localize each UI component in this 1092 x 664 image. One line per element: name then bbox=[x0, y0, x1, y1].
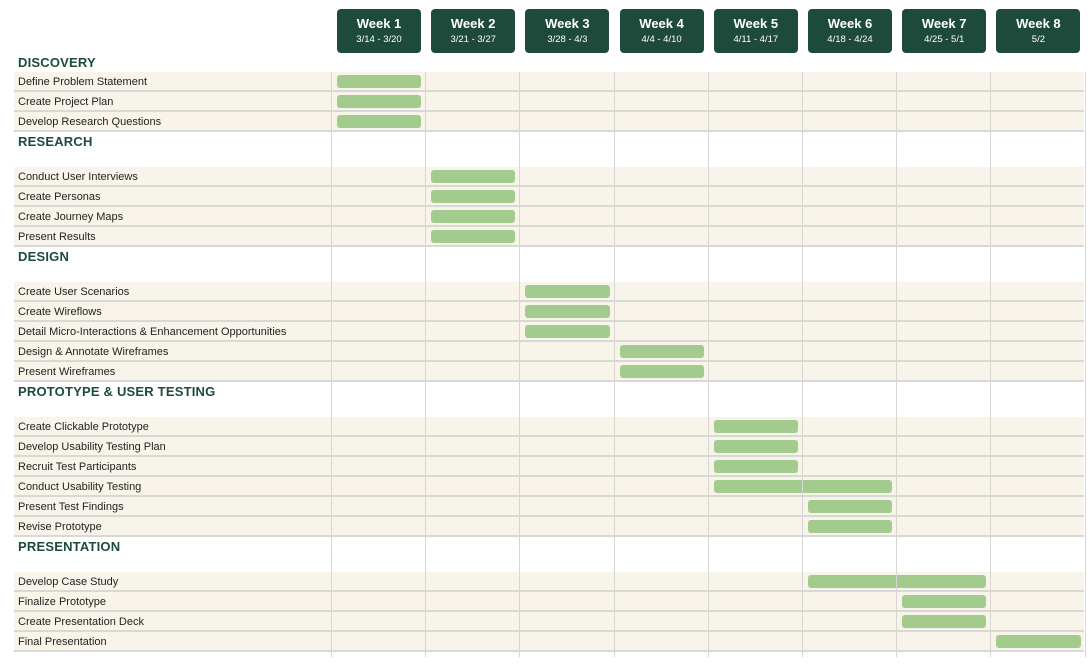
task-bar bbox=[808, 500, 893, 513]
grid-line bbox=[802, 72, 803, 657]
task-label: Design & Annotate Wireframes bbox=[18, 346, 169, 358]
grid-line bbox=[331, 72, 332, 657]
week-header: Week 4 4/4 - 4/10 bbox=[619, 9, 704, 53]
grid-line bbox=[1084, 72, 1086, 657]
task-label: Present Results bbox=[18, 231, 96, 243]
task-label: Develop Case Study bbox=[18, 576, 119, 588]
task-bar bbox=[525, 285, 610, 298]
task-label: Detail Micro-Interactions & Enhancement … bbox=[18, 326, 287, 338]
week-header-dates: 4/4 - 4/10 bbox=[641, 34, 682, 45]
task-label: Create Personas bbox=[18, 191, 101, 203]
section-title: DESIGN bbox=[18, 249, 70, 264]
task-bar bbox=[431, 190, 516, 203]
week-header-dates: 5/2 bbox=[1031, 34, 1045, 45]
grid-line bbox=[707, 72, 709, 657]
week-header: Week 7 4/25 - 5/1 bbox=[902, 9, 987, 53]
task-label: Develop Usability Testing Plan bbox=[18, 441, 166, 453]
task-row bbox=[14, 187, 1084, 207]
task-bar bbox=[996, 635, 1081, 648]
task-label: Create Presentation Deck bbox=[18, 616, 144, 628]
week-header-title: Week 5 bbox=[733, 16, 779, 31]
task-row bbox=[14, 92, 1084, 112]
week-header-dates: 4/11 - 4/17 bbox=[733, 34, 779, 45]
grid-line bbox=[990, 72, 992, 657]
task-bar bbox=[337, 95, 422, 108]
week-header: Week 1 3/14 - 3/20 bbox=[337, 9, 421, 53]
task-row bbox=[14, 72, 1084, 92]
task-row bbox=[14, 632, 1084, 652]
task-bar bbox=[337, 75, 422, 88]
week-header-dates: 3/28 - 4/3 bbox=[547, 34, 588, 45]
task-row bbox=[14, 437, 1084, 457]
gantt-chart: Week 1 3/14 - 3/20 Week 2 3/21 - 3/27 Week 3… bbox=[0, 0, 1092, 664]
task-bar bbox=[713, 420, 798, 433]
week-header-title: Week 8 bbox=[1016, 16, 1061, 31]
task-label: Create Clickable Prototype bbox=[18, 421, 149, 433]
task-row bbox=[14, 167, 1084, 187]
task-row bbox=[14, 362, 1084, 382]
section-title: PROTOTYPE & USER TESTING bbox=[18, 384, 216, 399]
task-label: Create Wireflows bbox=[18, 306, 102, 318]
week-header: Week 2 3/21 - 3/27 bbox=[431, 9, 516, 53]
task-label: Present Test Findings bbox=[18, 501, 124, 513]
task-label: Develop Research Questions bbox=[18, 116, 162, 128]
grid-line bbox=[613, 72, 615, 657]
task-label: Conduct User Interviews bbox=[18, 171, 138, 183]
task-row bbox=[14, 227, 1084, 247]
task-row bbox=[14, 112, 1084, 132]
week-header: Week 5 4/11 - 4/17 bbox=[713, 9, 798, 53]
task-row bbox=[14, 497, 1084, 517]
task-row bbox=[14, 207, 1084, 227]
section-title: RESEARCH bbox=[18, 134, 93, 149]
week-header: Week 3 3/28 - 4/3 bbox=[525, 9, 610, 53]
grid-line bbox=[896, 72, 898, 657]
task-label: Final Presentation bbox=[18, 636, 107, 648]
week-header-title: Week 2 bbox=[450, 16, 496, 31]
week-header: Week 8 5/2 bbox=[996, 9, 1081, 53]
task-bar bbox=[808, 575, 987, 588]
task-bar bbox=[619, 345, 704, 358]
task-label: Create Project Plan bbox=[18, 96, 114, 108]
task-row bbox=[14, 477, 1084, 497]
week-header-title: Week 3 bbox=[545, 16, 590, 31]
week-header-title: Week 6 bbox=[827, 16, 873, 31]
week-header: Week 6 4/18 - 4/24 bbox=[808, 9, 892, 53]
task-bar bbox=[525, 325, 610, 338]
grid-line bbox=[425, 72, 427, 657]
week-header-dates: 3/14 - 3/20 bbox=[356, 34, 402, 45]
section-title: DISCOVERY bbox=[18, 55, 96, 70]
task-bar bbox=[902, 595, 987, 608]
week-header-dates: 4/25 - 5/1 bbox=[924, 34, 965, 45]
task-label: Revise Prototype bbox=[18, 521, 102, 533]
task-label: Finalize Prototype bbox=[18, 596, 107, 608]
week-header-title: Week 1 bbox=[356, 16, 402, 31]
task-bar bbox=[713, 440, 798, 453]
week-header-title: Week 4 bbox=[639, 16, 684, 31]
task-label: Conduct Usability Testing bbox=[18, 481, 142, 493]
week-header-dates: 3/21 - 3/27 bbox=[450, 34, 496, 45]
task-bar bbox=[808, 520, 893, 533]
task-row bbox=[14, 457, 1084, 477]
task-bar bbox=[902, 615, 987, 628]
task-row bbox=[14, 517, 1084, 537]
task-label: Define Problem Statement bbox=[18, 76, 148, 88]
task-row bbox=[14, 417, 1084, 437]
task-label: Create Journey Maps bbox=[18, 211, 124, 223]
task-label: Recruit Test Participants bbox=[18, 461, 137, 473]
section-title: PRESENTATION bbox=[18, 539, 121, 554]
week-header-title: Week 7 bbox=[921, 16, 967, 31]
task-bar bbox=[337, 115, 422, 128]
week-header-dates: 4/18 - 4/24 bbox=[827, 34, 873, 45]
task-bar bbox=[431, 170, 516, 183]
task-label: Present Wireframes bbox=[18, 366, 116, 378]
task-bar bbox=[713, 460, 798, 473]
grid-line bbox=[519, 72, 521, 657]
task-bar bbox=[619, 365, 704, 378]
task-bar bbox=[431, 210, 516, 223]
task-bar bbox=[525, 305, 610, 318]
task-bar bbox=[431, 230, 516, 243]
task-row bbox=[14, 342, 1084, 362]
task-label: Create User Scenarios bbox=[18, 286, 130, 298]
